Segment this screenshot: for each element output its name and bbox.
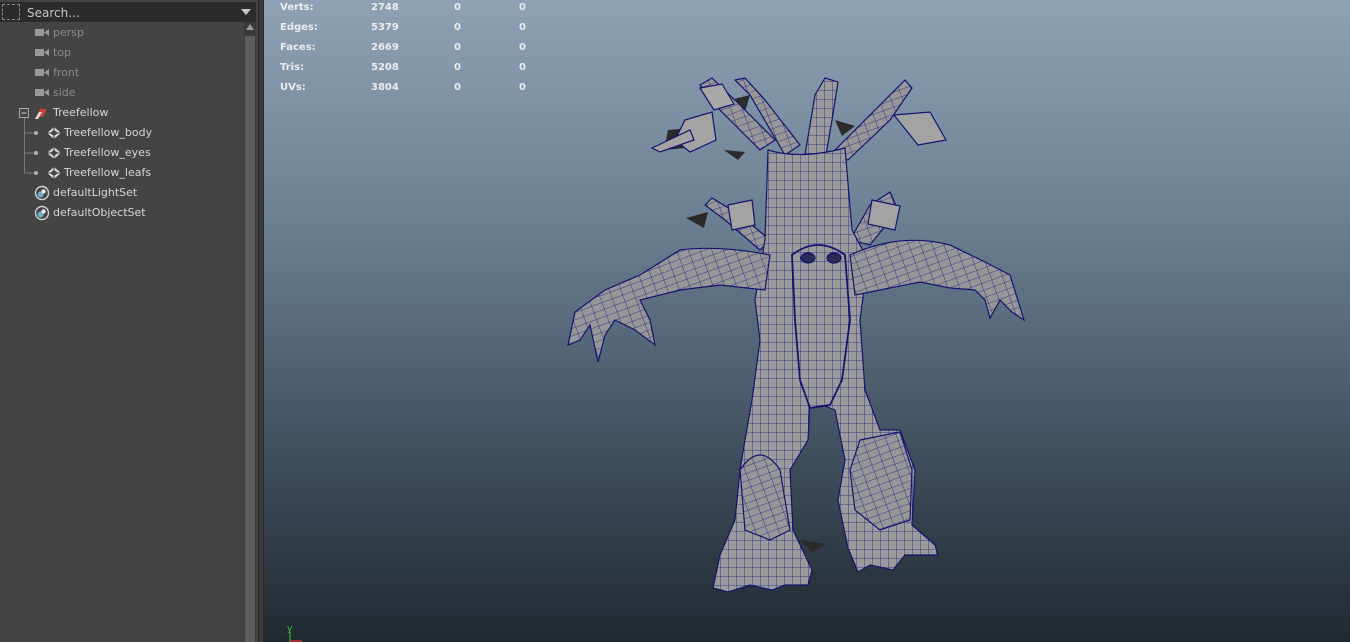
viewport-3d[interactable]: Verts: 2748 0 0 Edges: 5379 0 0 Faces: 2…: [264, 0, 1350, 642]
outliner-item-label: persp: [53, 26, 84, 39]
scroll-up-arrow-icon[interactable]: [246, 24, 254, 30]
outliner-item-top[interactable]: top: [0, 43, 244, 63]
outliner-item-front[interactable]: front: [0, 63, 244, 83]
search-bar: [0, 2, 256, 22]
outliner-item-label: defaultLightSet: [53, 186, 138, 199]
outliner-scrollbar[interactable]: [244, 22, 256, 642]
outliner-item-default-light-set[interactable]: defaultLightSet: [0, 183, 244, 203]
mesh-icon: [47, 147, 61, 159]
filter-icon[interactable]: [2, 4, 20, 20]
outliner-item-label: defaultObjectSet: [53, 206, 146, 219]
outliner-panel: persp top front side Treefellow: [0, 0, 258, 642]
outliner-item-label: Treefellow_body: [64, 126, 153, 139]
set-icon: [34, 205, 50, 221]
chevron-down-icon[interactable]: [239, 6, 253, 18]
search-input[interactable]: [25, 4, 241, 22]
camera-icon: [35, 69, 49, 76]
outliner-item-label: top: [53, 46, 72, 59]
outliner-item-treefellow-leafs[interactable]: Treefellow_leafs: [0, 163, 244, 183]
outliner-item-label: Treefellow_leafs: [64, 166, 152, 179]
outliner-item-label: Treefellow_eyes: [64, 146, 151, 159]
outliner-item-default-object-set[interactable]: defaultObjectSet: [0, 203, 244, 223]
collapse-icon[interactable]: [19, 108, 29, 118]
treefellow-model[interactable]: [264, 0, 1350, 642]
outliner-item-label: Treefellow: [53, 106, 109, 119]
mesh-icon: [47, 167, 61, 179]
outliner-item-treefellow-body[interactable]: Treefellow_body: [0, 123, 244, 143]
mesh-icon: [47, 127, 61, 139]
camera-icon: [35, 29, 49, 36]
outliner-item-side[interactable]: side: [0, 83, 244, 103]
set-icon: [34, 185, 50, 201]
camera-icon: [35, 49, 49, 56]
scrollbar-thumb[interactable]: [245, 36, 255, 642]
outliner-item-persp[interactable]: persp: [0, 23, 244, 43]
outliner-item-treefellow-eyes[interactable]: Treefellow_eyes: [0, 143, 244, 163]
outliner-item-label: side: [53, 86, 76, 99]
camera-icon: [35, 89, 49, 96]
axis-y-label: y: [287, 624, 293, 634]
axis-gizmo: y: [287, 624, 302, 642]
outliner-item-label: front: [53, 66, 80, 79]
